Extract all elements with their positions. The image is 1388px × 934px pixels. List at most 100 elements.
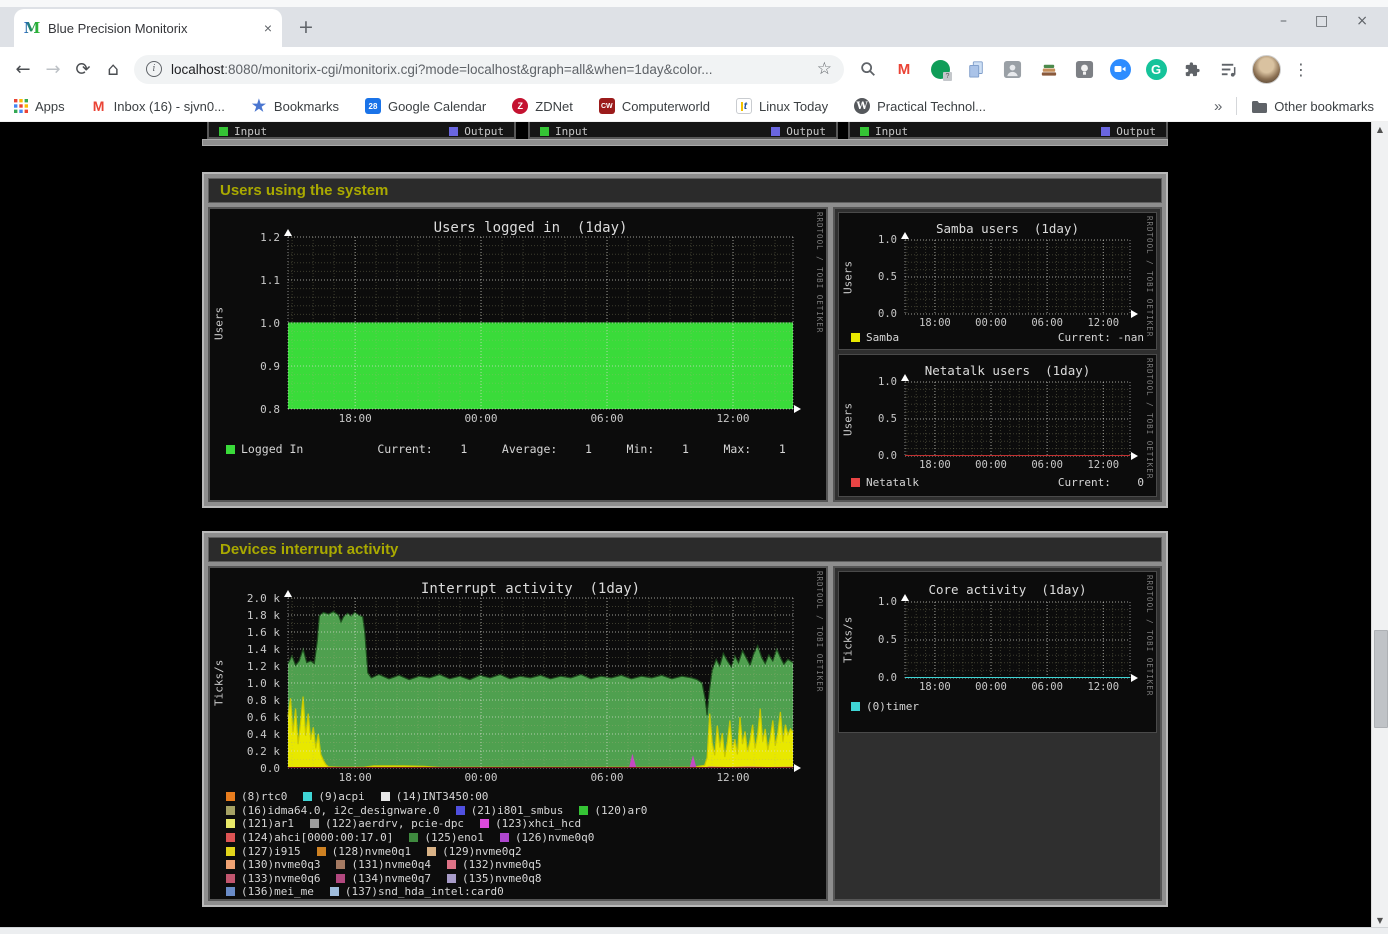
gmail-icon[interactable]: M <box>892 57 916 81</box>
section-bottom-strip <box>202 139 1168 146</box>
bookmark-star-icon[interactable]: ☆ <box>817 59 832 79</box>
netatalk-users-graph[interactable]: Netatalk users (1day)Users1.00.50.018:00… <box>838 354 1157 497</box>
vertical-scrollbar[interactable]: ▲ ▼ <box>1371 122 1388 928</box>
legend-swatch <box>427 847 436 856</box>
bookmark-linux-today[interactable]: t Linux Today <box>736 98 828 114</box>
apps-grid-icon <box>14 99 28 113</box>
x-axis-arrow <box>1131 674 1138 682</box>
y-tick-label: 0.9 <box>210 360 280 373</box>
legend-item: (131)nvme0q4 <box>336 858 430 871</box>
legend-swatch <box>226 860 235 869</box>
x-axis-arrow <box>1131 452 1138 460</box>
back-button[interactable]: ← <box>8 59 38 80</box>
legend-input: Input <box>540 125 588 138</box>
legend-swatch <box>771 127 780 136</box>
section-users: Users using the system Users logged in (… <box>202 172 1168 508</box>
maximize-button[interactable]: □ <box>1315 13 1328 29</box>
menu-kebab-icon[interactable]: ⋮ <box>1293 60 1309 79</box>
rrdtool-credit: RRDTOOL / TOBI OETIKER <box>815 212 824 333</box>
legend-current-value: Current: -nan <box>1058 331 1144 344</box>
profile-avatar[interactable] <box>1252 55 1281 84</box>
scrollbar-thumb[interactable] <box>1374 630 1388 728</box>
person-extension-icon[interactable] <box>1000 57 1024 81</box>
bookmarks-overflow-chevron[interactable]: » <box>1214 98 1222 115</box>
legend-swatch <box>851 478 860 487</box>
section-title: Devices interrupt activity <box>208 537 1162 562</box>
chart-title: Users logged in (1day) <box>268 220 793 236</box>
bookmark-bookmarks[interactable]: ★ Bookmarks <box>251 98 339 114</box>
reload-button[interactable]: ⟳ <box>68 59 98 80</box>
bookmark-computerworld[interactable]: CW Computerworld <box>599 98 710 114</box>
address-bar[interactable]: i localhost:8080/monitorix-cgi/monitorix… <box>134 55 844 84</box>
rrdtool-credit: RRDTOOL / TOBI OETIKER <box>815 571 824 692</box>
tab-close-icon[interactable]: × <box>264 20 272 36</box>
chart-title: Samba users (1day) <box>885 221 1130 236</box>
lamp-extension-icon[interactable] <box>1072 57 1096 81</box>
bookmark-inbox[interactable]: M Inbox (16) - sjvn0... <box>91 98 225 114</box>
chart-plot <box>288 237 793 409</box>
legend-item: (21)i801_smbus <box>456 804 564 817</box>
samba-users-graph[interactable]: Samba users (1day)Users1.00.50.018:0000:… <box>838 212 1157 350</box>
section-title: Users using the system <box>208 178 1162 203</box>
legend-item: (124)ahci[0000:00:17.0] <box>226 831 393 844</box>
url-text[interactable]: localhost:8080/monitorix-cgi/monitorix.c… <box>171 62 811 77</box>
y-tick-label: 1.2 <box>210 231 280 244</box>
y-tick-label: 1.0 <box>839 234 897 246</box>
partial-graph-panel[interactable]: Input Output <box>528 122 838 139</box>
legend-swatch <box>409 833 418 842</box>
google-voice-icon[interactable]: ? <box>928 57 952 81</box>
scroll-up-arrow[interactable]: ▲ <box>1372 125 1388 134</box>
y-tick-label: 1.0 <box>839 596 897 608</box>
x-tick-label: 06:00 <box>581 771 633 784</box>
bookmark-practical-technology[interactable]: W Practical Technol... <box>854 98 986 114</box>
scroll-down-arrow[interactable]: ▼ <box>1372 916 1388 925</box>
x-axis-arrow <box>794 764 801 772</box>
legend-swatch <box>860 127 869 136</box>
partial-graph-panel[interactable]: Input Output <box>207 122 516 139</box>
legend-item: (129)nvme0q2 <box>427 845 521 858</box>
new-tab-button[interactable]: + <box>298 16 314 38</box>
users-logged-in-graph[interactable]: Users logged in (1day)Users1.21.11.00.90… <box>208 207 828 502</box>
core-activity-graph[interactable]: Core activity (1day)Ticks/s1.00.50.018:0… <box>838 571 1157 733</box>
home-button[interactable]: ⌂ <box>98 59 128 80</box>
rrdtool-credit: RRDTOOL / TOBI OETIKER <box>1145 216 1154 337</box>
legend-item: Logged In <box>226 442 303 456</box>
y-tick-label: 0.0 <box>839 308 897 320</box>
video-camera-icon[interactable] <box>1108 57 1132 81</box>
copy-pages-icon[interactable] <box>964 57 988 81</box>
chart-legend: (0)timer <box>851 700 1144 713</box>
legend-output: Output <box>449 125 504 138</box>
close-button[interactable]: × <box>1356 13 1368 29</box>
interrupt-activity-graph[interactable]: Interrupt activity (1day)Ticks/s2.0 k1.8… <box>208 566 828 901</box>
partial-graph-panel[interactable]: Input Output <box>848 122 1168 139</box>
legend-item: (0)timer <box>851 700 919 713</box>
legend-item: Samba <box>851 331 899 344</box>
search-icon[interactable] <box>856 57 880 81</box>
x-tick-label: 06:00 <box>1021 459 1073 471</box>
extension-icons: M ? G <box>856 55 1309 84</box>
chart-plot <box>905 240 1130 314</box>
minimize-button[interactable]: – <box>1280 13 1287 29</box>
partial-graphs-row: Input Output Input Output Input Output <box>202 122 1168 148</box>
extensions-puzzle-icon[interactable] <box>1180 57 1204 81</box>
reading-list-icon[interactable] <box>1216 57 1240 81</box>
legend-item: (8)rtc0 <box>226 790 287 803</box>
bookmark-apps[interactable]: Apps <box>14 99 65 114</box>
bookmark-google-calendar[interactable]: 28 Google Calendar <box>365 98 486 114</box>
rrdtool-credit: RRDTOOL / TOBI OETIKER <box>1145 575 1154 696</box>
legend-swatch <box>317 847 326 856</box>
browser-tab[interactable]: M Blue Precision Monitorix × <box>14 9 282 47</box>
legend-item: (136)mei_me <box>226 885 314 898</box>
x-tick-label: 06:00 <box>1021 681 1073 693</box>
legend-swatch <box>540 127 549 136</box>
chart-plot <box>905 602 1130 678</box>
site-info-icon[interactable]: i <box>146 61 162 77</box>
grammarly-icon[interactable]: G <box>1144 57 1168 81</box>
chart-legend: NetatalkCurrent: 0 <box>851 476 1144 489</box>
other-bookmarks[interactable]: Other bookmarks <box>1251 99 1374 114</box>
bookmark-zdnet[interactable]: Z ZDNet <box>512 98 573 114</box>
forward-button[interactable]: → <box>38 59 68 80</box>
y-tick-label: 0.0 <box>839 672 897 684</box>
x-tick-label: 12:00 <box>707 771 759 784</box>
books-stack-icon[interactable] <box>1036 57 1060 81</box>
